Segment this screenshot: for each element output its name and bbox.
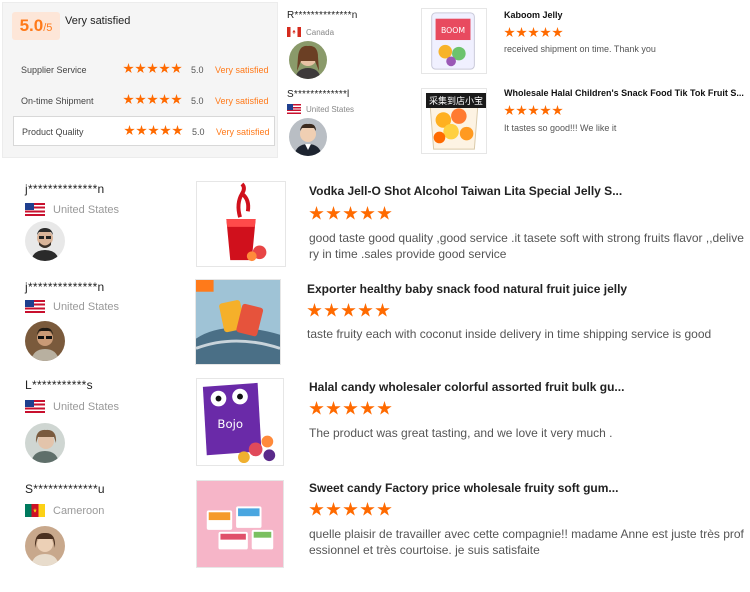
metric-score: 5.0 <box>191 65 204 75</box>
svg-text:BOOM: BOOM <box>441 26 465 35</box>
product-thumbnail[interactable]: Bojo <box>196 378 284 466</box>
reviewer-country: United States <box>25 300 119 313</box>
reviewer-country: United States <box>287 104 354 114</box>
star-rating <box>307 303 390 318</box>
country-name: Canada <box>306 27 335 37</box>
reviewer-name: S*************u <box>25 482 105 496</box>
country-name: Cameroon <box>53 504 105 517</box>
metric-score: 5.0 <box>191 96 204 106</box>
product-title[interactable]: Sweet candy Factory price wholesale frui… <box>309 481 618 495</box>
product-thumbnail[interactable] <box>196 480 284 568</box>
us-flag-icon <box>25 203 45 216</box>
metric-score: 5.0 <box>192 127 205 137</box>
reviewer-country: Canada <box>287 27 334 37</box>
product-title[interactable]: Exporter healthy baby snack food natural… <box>307 282 627 296</box>
avatar <box>289 41 327 79</box>
country-name: United States <box>53 300 120 313</box>
star-rating <box>309 502 392 517</box>
review-comment: received shipment on time. Thank you <box>504 44 656 54</box>
reviewer-name: S*************l <box>287 89 350 100</box>
metric-supplier-service[interactable]: Supplier Service 5.0 Very satisfied <box>13 55 275 85</box>
reviewer-name: R**************n <box>287 10 358 21</box>
us-flag-icon <box>25 400 45 413</box>
overall-score: 5.0 <box>19 16 44 35</box>
avatar <box>25 321 65 361</box>
metric-label: Product Quality <box>22 127 84 137</box>
image-caption: 采集到店小宝 <box>426 93 486 108</box>
star-rating <box>123 94 182 105</box>
reviewer-country: United States <box>25 400 119 413</box>
reviewer-name: j**************n <box>25 280 105 294</box>
metric-text: Very satisfied <box>215 96 269 106</box>
product-title[interactable]: Kaboom Jelly <box>504 10 563 20</box>
metric-text: Very satisfied <box>216 127 270 137</box>
metric-on-time-shipment[interactable]: On-time Shipment 5.0 Very satisfied <box>13 86 275 116</box>
reviewer-name: L***********s <box>25 378 93 392</box>
reviewer-name: j**************n <box>25 182 105 196</box>
metric-text: Very satisfied <box>215 65 269 75</box>
overall-score-max: /5 <box>43 22 53 34</box>
product-thumbnail[interactable]: 采集到店小宝 <box>421 88 487 154</box>
review-comment: good taste good quality ,good service .i… <box>309 231 744 261</box>
rating-summary-card: 5.0/5 Very satisfied Supplier Service 5.… <box>2 2 278 158</box>
star-rating <box>124 125 183 136</box>
review-comment: The product was great tasting, and we lo… <box>309 426 613 440</box>
review-comment: It tastes so good!!! We like it <box>504 123 617 133</box>
avatar <box>25 526 65 566</box>
avatar <box>289 118 327 156</box>
metric-label: Supplier Service <box>21 65 87 75</box>
product-title[interactable]: Vodka Jell-O Shot Alcohol Taiwan Lita Sp… <box>309 184 622 198</box>
metric-product-quality[interactable]: Product Quality 5.0 Very satisfied <box>13 116 275 146</box>
product-title[interactable]: Halal candy wholesaler colorful assorted… <box>309 380 624 394</box>
country-name: United States <box>53 203 120 216</box>
product-title[interactable]: Wholesale Halal Children's Snack Food Ti… <box>504 88 744 98</box>
country-name: United States <box>53 400 120 413</box>
review-comment: taste fruity each with coconut inside de… <box>307 327 712 341</box>
overall-score-label: Very satisfied <box>65 15 131 27</box>
us-flag-icon <box>25 300 45 313</box>
country-name: United States <box>306 104 355 114</box>
cameroon-flag-icon <box>25 504 45 517</box>
product-thumbnail[interactable]: BOOM <box>421 8 487 74</box>
avatar <box>25 423 65 463</box>
metric-label: On-time Shipment <box>21 96 94 106</box>
reviewer-country: Cameroon <box>25 504 104 517</box>
star-rating <box>309 401 392 416</box>
product-thumbnail[interactable] <box>195 279 281 365</box>
overall-score-badge: 5.0/5 <box>12 12 60 40</box>
avatar <box>25 221 65 261</box>
star-rating <box>309 206 392 221</box>
star-rating <box>504 27 563 38</box>
product-thumbnail[interactable] <box>196 181 286 267</box>
reviewer-country: United States <box>25 203 119 216</box>
star-rating <box>504 105 563 116</box>
svg-text:Bojo: Bojo <box>217 417 243 431</box>
us-flag-icon <box>287 104 301 114</box>
star-rating <box>123 63 182 74</box>
review-comment: quelle plaisir de travailler avec cette … <box>309 527 744 557</box>
canada-flag-icon <box>287 27 301 37</box>
